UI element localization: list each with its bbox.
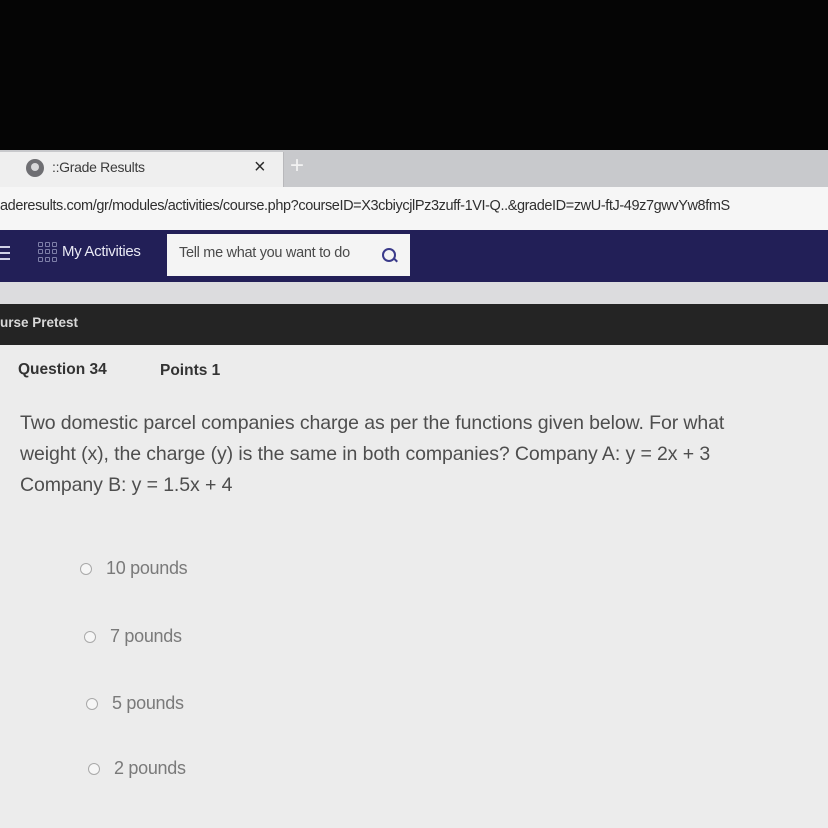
course-bar: urse Pretest	[0, 304, 828, 345]
answer-option-label: 5 pounds	[112, 693, 184, 713]
tab-grade-results[interactable]: ::Grade Results ×	[0, 152, 284, 187]
tab-strip: ::Grade Results × +	[0, 150, 828, 187]
question-text-line: Two domestic parcel companies charge as …	[20, 412, 725, 434]
question-number: Question 34	[18, 361, 107, 378]
address-bar[interactable]: aderesults.com/gr/modules/activities/cou…	[0, 187, 828, 230]
browser-window: ::Grade Results × + aderesults.com/gr/mo…	[0, 150, 828, 828]
globe-icon	[26, 159, 44, 177]
answer-option-7-pounds[interactable]: 7 pounds	[84, 626, 182, 647]
radio-button-icon[interactable]	[80, 562, 92, 575]
answer-option-5-pounds[interactable]: 5 pounds	[86, 693, 184, 714]
answer-option-2-pounds[interactable]: 2 pounds	[88, 758, 186, 779]
search-input[interactable]	[179, 245, 375, 261]
answer-option-label: 7 pounds	[110, 626, 182, 646]
question-panel: Question 34 Points 1 Two domestic parcel…	[0, 345, 828, 828]
tab-title: ::Grade Results	[52, 159, 145, 175]
url-text[interactable]: aderesults.com/gr/modules/activities/cou…	[0, 198, 730, 214]
course-title: urse Pretest	[0, 315, 79, 330]
question-text-line: Company B: y = 1.5x + 4	[20, 474, 233, 496]
app-navbar: My Activities	[0, 230, 828, 282]
hamburger-icon[interactable]	[0, 246, 10, 262]
radio-button-icon[interactable]	[88, 762, 100, 775]
radio-button-icon[interactable]	[86, 697, 98, 710]
nav-divider	[0, 282, 828, 304]
answer-option-10-pounds[interactable]: 10 pounds	[80, 558, 188, 579]
grid-icon	[38, 242, 58, 262]
answer-option-label: 2 pounds	[114, 758, 186, 778]
answer-option-label: 10 pounds	[106, 558, 188, 578]
plus-icon[interactable]: +	[290, 152, 304, 180]
search-box[interactable]	[167, 234, 410, 276]
search-icon[interactable]	[382, 248, 396, 262]
my-activities-link[interactable]: My Activities	[62, 243, 141, 260]
question-text-line: weight (x), the charge (y) is the same i…	[20, 443, 711, 465]
question-text: Two domestic parcel companies charge as …	[20, 408, 810, 501]
radio-button-icon[interactable]	[84, 630, 96, 643]
question-points: Points 1	[160, 362, 221, 379]
close-icon[interactable]: ×	[254, 156, 266, 179]
